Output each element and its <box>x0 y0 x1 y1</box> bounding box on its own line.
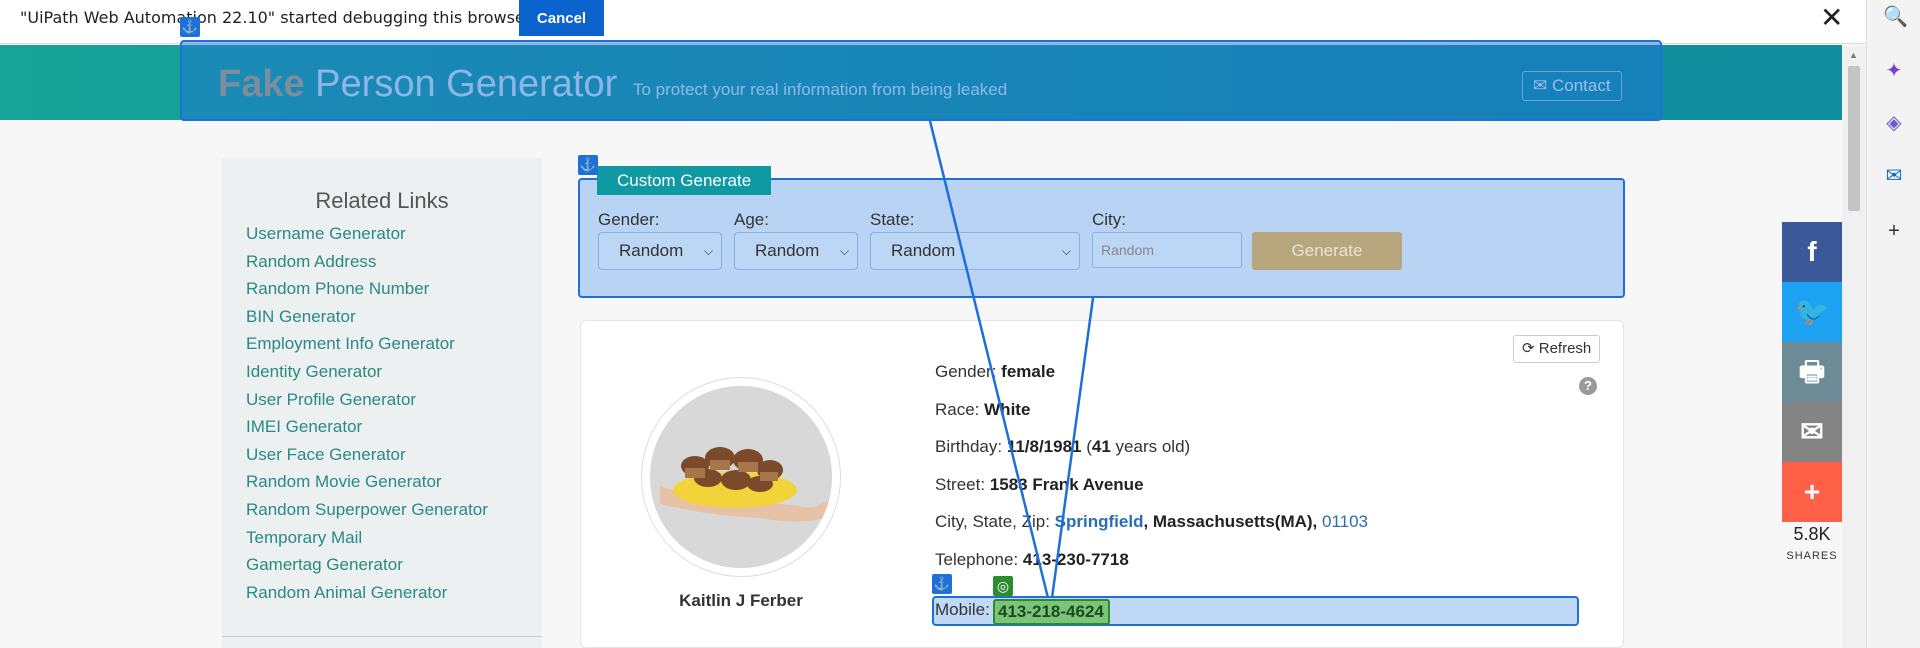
street-value: 1583 Frank Avenue <box>989 474 1144 494</box>
chevron-down-icon: ⌵ <box>839 244 849 258</box>
telephone-field-label: Telephone: <box>935 549 1023 569</box>
cancel-button[interactable]: Cancel <box>519 0 604 36</box>
person-name: Kaitlin J Ferber <box>679 591 803 610</box>
info-gender: Gender: female <box>935 353 1368 391</box>
gender-select-value: Random <box>619 241 684 260</box>
related-link[interactable]: Username Generator <box>246 224 488 252</box>
related-link[interactable]: User Face Generator <box>246 445 488 473</box>
twitter-share-icon[interactable]: 🐦 <box>1782 282 1842 342</box>
telephone-value: 413-230-7718 <box>1022 549 1129 569</box>
info-birthday: Birthday: 11/8/1981 (41 years old) <box>935 428 1368 466</box>
scroll-up-icon[interactable]: ▲ <box>1849 50 1858 60</box>
share-label: SHARES <box>1786 550 1838 562</box>
gender-select[interactable]: Random ⌵ <box>598 232 722 270</box>
related-link[interactable]: Temporary Mail <box>246 528 488 556</box>
city-label: City: <box>1092 210 1126 229</box>
gender-value: female <box>1001 362 1056 381</box>
birthday-field-label: Birthday: <box>935 437 1007 456</box>
outlook-icon[interactable]: ✉ <box>1883 165 1905 187</box>
state-label: State: <box>870 210 915 229</box>
related-link[interactable]: Random Animal Generator <box>246 583 488 611</box>
avatar-photo <box>650 386 832 568</box>
browser-sidebar: 🔍 ✦ ◈ ✉ + <box>1866 0 1920 648</box>
related-link[interactable]: Random Movie Generator <box>246 472 488 500</box>
related-links-panel: Related Links Username Generator Random … <box>222 158 542 648</box>
age-select-value: Random <box>755 241 820 260</box>
email-share-icon[interactable]: ✉ <box>1782 402 1842 462</box>
print-share-icon[interactable]: 🖶 <box>1782 342 1842 402</box>
custom-generate-panel: Gender: Random ⌵ Age: Random ⌵ State: Rand… <box>578 178 1625 298</box>
age-value: 41 <box>1091 437 1111 456</box>
street-field-label: Street: <box>935 474 990 494</box>
related-link[interactable]: Employment Info Generator <box>246 334 488 362</box>
age-select[interactable]: Random ⌵ <box>734 232 858 270</box>
info-race: Race: White <box>935 391 1368 429</box>
chevron-down-icon: ⌵ <box>1061 244 1071 258</box>
facebook-share-icon[interactable]: f <box>1782 222 1842 282</box>
related-link[interactable]: Random Superpower Generator <box>246 500 488 528</box>
share-count: 5.8K <box>1793 524 1831 544</box>
state-value: , Massachusetts(MA), <box>1143 512 1322 531</box>
header-selection-box <box>180 40 1662 121</box>
scrollbar[interactable]: ▲ <box>1842 46 1866 648</box>
related-links-list: Username Generator Random Address Random… <box>246 224 488 610</box>
mobile-field-label: Mobile: <box>935 600 990 619</box>
office-icon[interactable]: ◈ <box>1883 112 1905 134</box>
race-value: White <box>984 399 1031 419</box>
search-icon[interactable]: 🔍 <box>1883 6 1908 28</box>
target-icon[interactable]: ◎ <box>993 576 1013 596</box>
refresh-button[interactable]: ⟳ Refresh <box>1513 335 1601 363</box>
related-link[interactable]: BIN Generator <box>246 307 488 335</box>
gender-label: Gender: <box>598 210 660 229</box>
related-link[interactable]: Random Phone Number <box>246 279 488 307</box>
custom-generate-tab[interactable]: Custom Generate <box>597 166 772 195</box>
divider <box>222 636 542 637</box>
copilot-icon[interactable]: ✦ <box>1883 60 1905 82</box>
csz-field-label: City, State, Zip: <box>935 512 1055 531</box>
related-link[interactable]: Gamertag Generator <box>246 555 488 583</box>
zip-link[interactable]: 01103 <box>1322 512 1368 531</box>
age-open: ( <box>1081 437 1092 456</box>
age-label: Age: <box>734 210 769 229</box>
refresh-label: Refresh <box>1538 340 1592 357</box>
anchor-icon[interactable]: ⚓ <box>578 155 598 175</box>
generate-button[interactable]: Generate <box>1252 232 1402 270</box>
debug-banner: "UiPath Web Automation 22.10" started de… <box>0 0 1866 44</box>
help-icon[interactable]: ? <box>1579 377 1597 395</box>
scroll-thumb[interactable] <box>1848 66 1860 211</box>
related-link[interactable]: User Profile Generator <box>246 390 488 418</box>
mobile-value[interactable]: 413-218-4624 <box>993 599 1110 625</box>
city-input[interactable]: Random <box>1092 232 1242 268</box>
close-icon[interactable]: ✕ <box>1820 4 1843 32</box>
info-city-state-zip: City, State, Zip: Springfield, Massachus… <box>935 503 1368 541</box>
add-icon[interactable]: + <box>1883 220 1905 242</box>
person-info: Gender: female Race: White Birthday: 11/… <box>935 353 1368 578</box>
related-link[interactable]: Random Address <box>246 252 488 280</box>
related-link[interactable]: IMEI Generator <box>246 417 488 445</box>
state-select-value: Random <box>891 241 956 260</box>
related-link[interactable]: Identity Generator <box>246 362 488 390</box>
related-links-title: Related Links <box>315 188 449 213</box>
cupcake-photo-icon <box>650 386 832 568</box>
birthday-value: 11/8/1981 <box>1006 437 1082 456</box>
info-street: Street: 1583 Frank Avenue <box>935 466 1368 504</box>
avatar <box>641 377 841 577</box>
anchor-icon[interactable]: ⚓ <box>180 17 200 37</box>
debug-message: "UiPath Web Automation 22.10" started de… <box>20 8 532 27</box>
info-telephone: Telephone: 413-230-7718 <box>935 541 1368 579</box>
race-field-label: Race: <box>935 399 985 419</box>
anchor-icon[interactable]: ⚓ <box>932 574 952 594</box>
refresh-icon: ⟳ <box>1522 340 1539 357</box>
gender-field-label: Gender: <box>935 362 1002 381</box>
city-link[interactable]: Springfield <box>1055 512 1144 531</box>
age-suffix: years old) <box>1110 437 1191 456</box>
chevron-down-icon: ⌵ <box>703 244 713 258</box>
state-select[interactable]: Random ⌵ <box>870 232 1080 270</box>
more-share-icon[interactable]: + <box>1782 462 1842 522</box>
